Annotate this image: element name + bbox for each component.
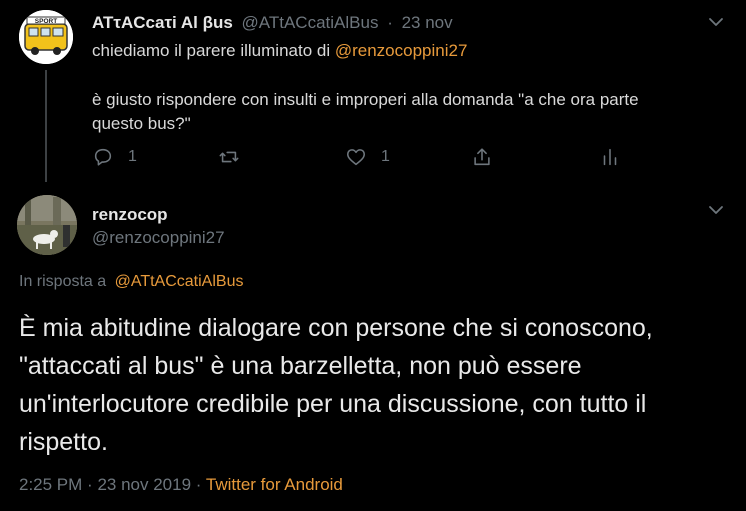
svg-text:SPORT: SPORT	[35, 18, 57, 25]
reply-count: 1	[128, 148, 137, 165]
parent-mention-link[interactable]: @renzocoppini27	[335, 41, 468, 60]
parent-text-prefix: chiediamo il parere illuminato di	[92, 41, 335, 60]
share-icon	[474, 148, 490, 166]
tweet-source-link[interactable]: Twitter for Android	[206, 475, 343, 494]
reply-icon	[94, 148, 112, 166]
parent-handle[interactable]: @ATtACcatiAlBus	[242, 13, 379, 32]
tweet-body: È mia abitudine dialogare con persone ch…	[19, 314, 653, 456]
parent-avatar[interactable]: SPORT	[19, 10, 73, 64]
reply-prefix: In risposta a	[19, 273, 107, 290]
share-button[interactable]	[471, 146, 493, 168]
analytics-button[interactable]	[599, 146, 621, 168]
reply-context: In risposta a @ATtACcatiAlBus	[19, 273, 243, 291]
tweet-metadata: 2:25 PM · 23 nov 2019 · Twitter for Andr…	[19, 475, 343, 495]
heart-icon	[346, 149, 366, 166]
reply-button[interactable]: 1	[92, 146, 137, 168]
bus-logo-image: SPORT	[19, 10, 73, 64]
parent-display-name[interactable]: ATτACcaτi Al βus	[92, 13, 233, 32]
dog-photo-image	[17, 195, 77, 255]
parent-tweet[interactable]: SPORT ATτACcaτi Al βus @ATtACcatiAlBus ·…	[0, 0, 746, 184]
main-handle[interactable]: @renzocoppini27	[92, 228, 225, 248]
tweet-time[interactable]: 2:25 PM	[19, 475, 82, 494]
retweet-icon	[219, 151, 239, 163]
parent-action-bar: 1 1	[0, 146, 746, 172]
parent-text-line-1: chiediamo il parere illuminato di @renzo…	[92, 41, 467, 61]
analytics-icon	[603, 148, 617, 166]
tweet-date[interactable]: 23 nov 2019	[97, 475, 191, 494]
chevron-down-icon[interactable]	[706, 12, 726, 32]
main-avatar[interactable]	[17, 195, 77, 255]
retweet-button[interactable]	[218, 146, 254, 168]
meta-separator: ·	[87, 475, 93, 494]
parent-text-line-3: è giusto rispondere con insulti e improp…	[92, 90, 639, 109]
like-count: 1	[381, 148, 390, 165]
chevron-down-icon[interactable]	[706, 200, 726, 220]
parent-date[interactable]: 23 nov	[402, 13, 453, 32]
reply-mention-link[interactable]: @ATtACcatiAlBus	[115, 273, 244, 290]
dot-separator: ·	[387, 13, 393, 32]
meta-separator: ·	[195, 475, 202, 494]
parent-text-line-4: questo bus?"	[92, 114, 191, 133]
main-display-name[interactable]: renzocop	[92, 205, 168, 225]
like-button[interactable]: 1	[345, 146, 390, 168]
parent-header: ATτACcaτi Al βus @ATtACcatiAlBus · 23 no…	[92, 13, 453, 33]
